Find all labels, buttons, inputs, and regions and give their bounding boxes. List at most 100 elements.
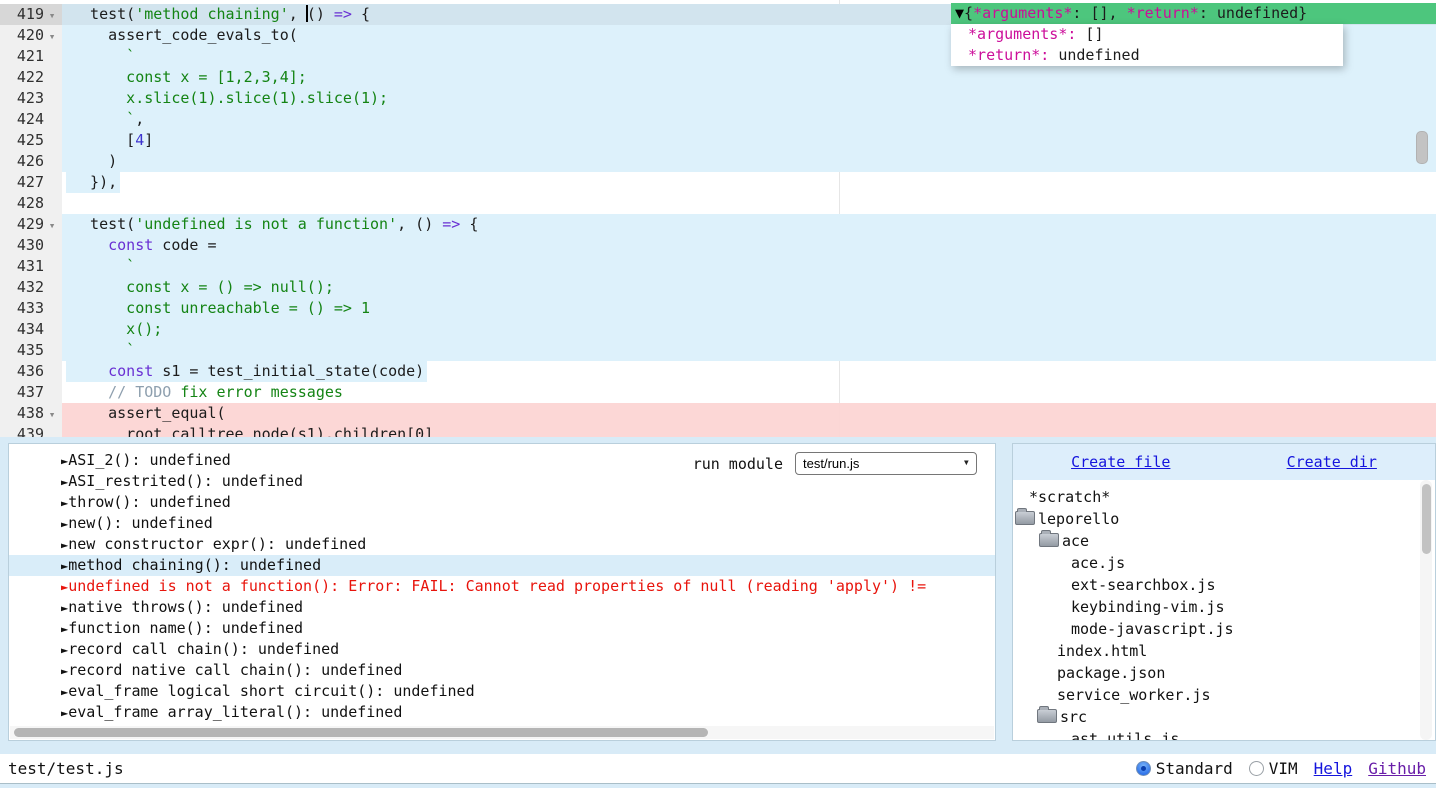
- line-number: 432: [0, 277, 44, 298]
- tooltip-entry[interactable]: *return*: undefined: [951, 45, 1343, 66]
- fold-widget-icon[interactable]: ▾: [44, 215, 60, 236]
- tree-file-row[interactable]: service_worker.js: [1013, 684, 1435, 706]
- code-line-text[interactable]: const s1 = test_initial_state(code): [62, 361, 1436, 382]
- tree-file-row[interactable]: ext-searchbox.js: [1013, 574, 1435, 596]
- result-row[interactable]: ►undefined is not a function(): Error: F…: [9, 576, 995, 597]
- results-horizontal-scrollbar-thumb[interactable]: [14, 728, 708, 737]
- code-line[interactable]: 439 root_calltree_node(s1).children[0]: [0, 424, 1436, 437]
- fold-widget-icon[interactable]: ▾: [44, 26, 60, 47]
- code-line-text[interactable]: `: [62, 340, 1436, 361]
- line-number: 435: [0, 340, 44, 361]
- code-line-text[interactable]: assert_equal(: [62, 403, 1436, 424]
- code-line-text[interactable]: `: [62, 256, 1436, 277]
- code-line-text[interactable]: ): [62, 151, 1436, 172]
- tooltip-entry-value: []: [1076, 25, 1103, 43]
- gutter-cell: 421: [0, 46, 62, 67]
- fold-widget-icon[interactable]: ▾: [44, 404, 60, 425]
- code-line[interactable]: 425 [4]: [0, 130, 1436, 151]
- code-line-text[interactable]: const code =: [62, 235, 1436, 256]
- collapse-triangle-icon[interactable]: ▼: [955, 4, 964, 22]
- value-inspector-header[interactable]: ▼{*arguments*: [], *return*: undefined}: [951, 3, 1436, 24]
- editor-vertical-scrollbar-thumb[interactable]: [1416, 131, 1428, 164]
- result-row[interactable]: ►throw(): undefined: [9, 492, 995, 513]
- tree-folder-row[interactable]: leporello: [1013, 508, 1435, 530]
- tree-file-row[interactable]: ace.js: [1013, 552, 1435, 574]
- tree-item-label: service_worker.js: [1057, 686, 1211, 704]
- result-row[interactable]: ►eval_frame logical short circuit(): und…: [9, 681, 995, 702]
- tree-file-row[interactable]: *scratch*: [1013, 486, 1435, 508]
- code-line-text[interactable]: `,: [62, 109, 1436, 130]
- code-line[interactable]: 426 ): [0, 151, 1436, 172]
- code-line[interactable]: 423 x.slice(1).slice(1).slice(1);: [0, 88, 1436, 109]
- code-line[interactable]: 424 `,: [0, 109, 1436, 130]
- github-link[interactable]: Github: [1368, 759, 1426, 778]
- tree-folder-row[interactable]: src: [1013, 706, 1435, 728]
- keybinding-mode-standard[interactable]: Standard: [1136, 759, 1233, 778]
- line-number: 419: [0, 4, 44, 25]
- code-line[interactable]: 422 const x = [1,2,3,4];: [0, 67, 1436, 88]
- keybinding-mode-label: Standard: [1156, 759, 1233, 778]
- create-dir-link[interactable]: Create dir: [1287, 453, 1377, 471]
- result-row[interactable]: ►new constructor expr(): undefined: [9, 534, 995, 555]
- code-line[interactable]: 430 const code =: [0, 235, 1436, 256]
- result-row[interactable]: ►eval_frame array_literal(): undefined: [9, 702, 995, 723]
- tree-file-row[interactable]: package.json: [1013, 662, 1435, 684]
- code-line-text[interactable]: const x = [1,2,3,4];: [62, 67, 1436, 88]
- result-row[interactable]: ►function name(): undefined: [9, 618, 995, 639]
- code-line[interactable]: 438▾ assert_equal(: [0, 403, 1436, 424]
- code-line[interactable]: 435 `: [0, 340, 1436, 361]
- code-line[interactable]: 434 x();: [0, 319, 1436, 340]
- code-token: const: [108, 236, 153, 254]
- code-line[interactable]: 431 `: [0, 256, 1436, 277]
- keybinding-mode-vim[interactable]: VIM: [1249, 759, 1298, 778]
- tree-folder-row[interactable]: ace: [1013, 530, 1435, 552]
- code-line-text[interactable]: [4]: [62, 130, 1436, 151]
- code-line-text[interactable]: x();: [62, 319, 1436, 340]
- code-line-text[interactable]: // TODO fix error messages: [62, 382, 1436, 403]
- result-row[interactable]: ►record call chain(): undefined: [9, 639, 995, 660]
- tree-file-row[interactable]: index.html: [1013, 640, 1435, 662]
- tree-file-row[interactable]: mode-javascript.js: [1013, 618, 1435, 640]
- help-link[interactable]: Help: [1314, 759, 1353, 778]
- code-line[interactable]: 437 // TODO fix error messages: [0, 382, 1436, 403]
- code-line[interactable]: 428: [0, 193, 1436, 214]
- code-line[interactable]: 432 const x = () => null();: [0, 277, 1436, 298]
- module-select[interactable]: test/run.js: [795, 452, 977, 475]
- run-module-control: run module test/run.js ▾: [693, 452, 977, 475]
- code-line-text[interactable]: }),: [62, 172, 1436, 193]
- result-row[interactable]: ►method chaining(): undefined: [9, 555, 995, 576]
- tree-file-row[interactable]: keybinding-vim.js: [1013, 596, 1435, 618]
- tooltip-entry[interactable]: *arguments*: []: [951, 24, 1343, 45]
- code-line-text[interactable]: const x = () => null();: [62, 277, 1436, 298]
- code-line-text[interactable]: [62, 193, 1436, 214]
- gutter-cell: 430: [0, 235, 62, 256]
- tree-vertical-scrollbar[interactable]: [1420, 480, 1432, 740]
- code-token: test(: [72, 215, 135, 233]
- tree-file-row[interactable]: ast_utils.js: [1013, 728, 1435, 741]
- tooltip-header-text: *return*: [1127, 4, 1199, 22]
- radio-button-icon[interactable]: [1249, 761, 1264, 776]
- tooltip-header-text: {: [964, 4, 973, 22]
- code-line[interactable]: 433 const unreachable = () => 1: [0, 298, 1436, 319]
- tree-vertical-scrollbar-thumb[interactable]: [1422, 484, 1431, 554]
- code-line-text[interactable]: root_calltree_node(s1).children[0]: [62, 424, 1436, 437]
- tree-item-label: mode-javascript.js: [1071, 620, 1234, 638]
- result-row[interactable]: ►new(): undefined: [9, 513, 995, 534]
- line-number: 438: [0, 403, 44, 424]
- code-line-text[interactable]: test('undefined is not a function', () =…: [62, 214, 1436, 235]
- line-number: 433: [0, 298, 44, 319]
- code-line-text[interactable]: x.slice(1).slice(1).slice(1);: [62, 88, 1436, 109]
- fold-widget-icon[interactable]: ▾: [44, 5, 60, 26]
- result-row[interactable]: ►record native call chain(): undefined: [9, 660, 995, 681]
- code-line[interactable]: 436 const s1 = test_initial_state(code): [0, 361, 1436, 382]
- code-line-text[interactable]: const unreachable = () => 1: [62, 298, 1436, 319]
- radio-button-icon[interactable]: [1136, 761, 1151, 776]
- folder-icon: [1015, 511, 1035, 525]
- results-horizontal-scrollbar[interactable]: [10, 726, 994, 739]
- code-token: s1 = test_initial_state(code): [153, 362, 424, 380]
- code-line[interactable]: 429▾ test('undefined is not a function',…: [0, 214, 1436, 235]
- result-row[interactable]: ►native throws(): undefined: [9, 597, 995, 618]
- create-file-link[interactable]: Create file: [1071, 453, 1170, 471]
- code-line[interactable]: 427 }),: [0, 172, 1436, 193]
- gutter-cell: 431: [0, 256, 62, 277]
